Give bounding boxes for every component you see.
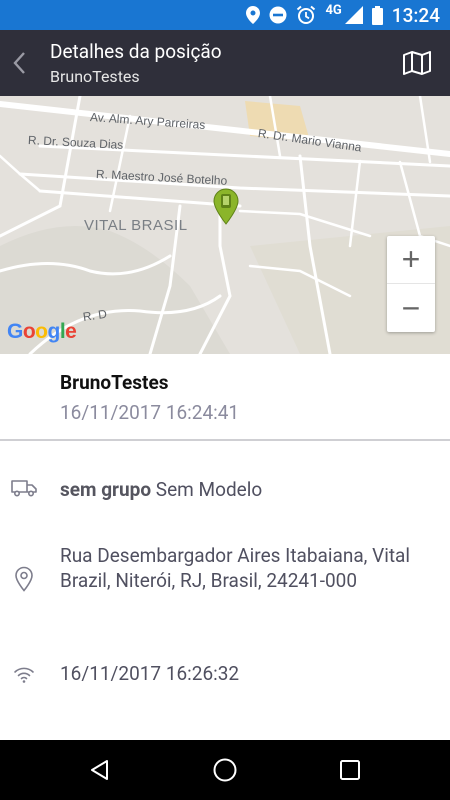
- app-bar: Detalhes da posição BrunoTestes: [0, 30, 450, 96]
- wifi-icon: [10, 660, 38, 688]
- vehicle-marker[interactable]: [211, 187, 241, 225]
- last-update-time: 16/11/2017 16:26:32: [60, 662, 240, 685]
- pin-icon: [10, 565, 38, 593]
- zoom-in-button[interactable]: +: [387, 236, 435, 284]
- zoom-controls: + −: [387, 236, 435, 332]
- status-bar: 4G 13:24: [0, 0, 450, 30]
- map-pin-icon: [213, 188, 239, 225]
- district-label: VITAL BRASIL: [84, 217, 188, 234]
- signal-icon: [344, 6, 363, 24]
- chevron-left-icon: [13, 52, 25, 74]
- group-name: sem grupo: [60, 478, 152, 501]
- back-button[interactable]: [8, 47, 30, 79]
- network-type: 4G: [325, 2, 342, 18]
- location-icon: [246, 6, 261, 24]
- do-not-disturb-icon: [269, 6, 287, 24]
- model-name: Sem Modelo: [155, 478, 263, 501]
- position-timestamp: 16/11/2017 16:24:41: [60, 401, 240, 424]
- recents-square-icon: [340, 760, 360, 780]
- home-circle-icon: [213, 758, 237, 782]
- google-logo: Google: [7, 320, 77, 343]
- divider: [0, 439, 450, 441]
- clock: 13:24: [391, 3, 440, 27]
- nav-recents-button[interactable]: [330, 750, 370, 790]
- alarm-icon: [297, 5, 316, 24]
- page-subtitle: BrunoTestes: [50, 67, 140, 86]
- page-title: Detalhes da posição: [50, 40, 222, 63]
- group-model-row: sem grupo Sem Modelo: [60, 477, 262, 502]
- map-view[interactable]: Av. Alm. Ary Parreiras R. Dr. Mario Vian…: [0, 96, 450, 354]
- address-text: Rua Desembargador Aires Itabaiana, Vital…: [60, 544, 411, 592]
- zoom-out-button[interactable]: −: [387, 284, 435, 332]
- truck-icon: [10, 474, 38, 502]
- vehicle-name: BrunoTestes: [60, 371, 169, 394]
- back-triangle-icon: [91, 760, 108, 780]
- nav-back-button[interactable]: [80, 750, 120, 790]
- system-navigation-bar: [0, 740, 450, 800]
- map-view-button[interactable]: [400, 49, 434, 77]
- nav-home-button[interactable]: [205, 750, 245, 790]
- battery-icon: [371, 5, 383, 25]
- map-icon: [403, 51, 431, 75]
